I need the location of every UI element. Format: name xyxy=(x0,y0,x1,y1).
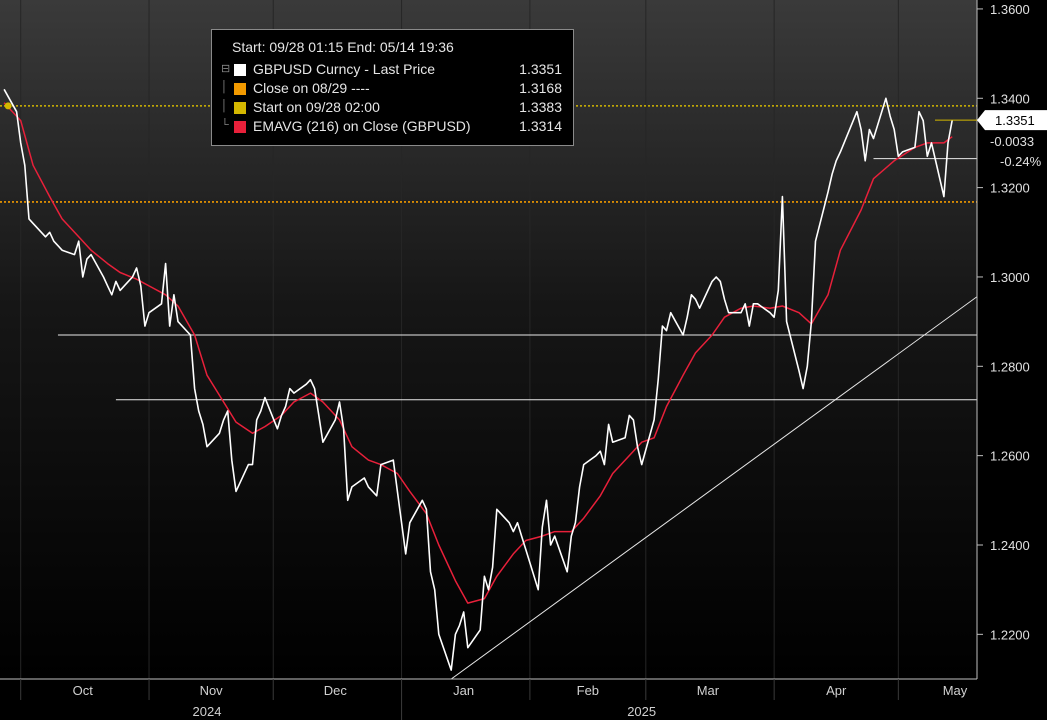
x-tick-label-oct: Oct xyxy=(73,683,94,698)
legend-swatch xyxy=(234,83,246,95)
x-year-label-2025: 2025 xyxy=(627,704,656,719)
y-tick-label: 1.3400 xyxy=(990,91,1030,106)
x-axis: Oct Nov Dec Jan Feb Mar Apr May 2024 2025 xyxy=(20,679,968,720)
y-axis: 1.2200 1.2400 1.2600 1.2800 1.3000 1.3200 1.34… xyxy=(977,2,1030,642)
x-tick-label-dec: Dec xyxy=(324,683,348,698)
legend-entry-close[interactable]: │ Close on 08/29 ---- 1.3168 xyxy=(221,80,566,99)
legend-swatch xyxy=(234,102,246,114)
legend-value: 1.3351 xyxy=(519,61,562,77)
tree-connector-icon: ⊟ xyxy=(221,63,231,75)
price-change-percent: -0.24% xyxy=(1000,154,1042,169)
x-tick-label-jan: Jan xyxy=(453,683,474,698)
legend-box: Start: 09/28 01:15 End: 05/14 19:36 ⊟ GB… xyxy=(211,29,574,146)
legend-label: Start on 09/28 02:00 xyxy=(253,99,380,115)
x-tick-label-apr: Apr xyxy=(826,683,847,698)
legend-value: 1.3314 xyxy=(519,118,562,134)
y-tick-label: 1.3000 xyxy=(990,270,1030,285)
y-tick-label: 1.3600 xyxy=(990,2,1030,17)
legend-value: 1.3168 xyxy=(519,80,562,96)
tree-connector-icon: │ xyxy=(221,100,228,112)
x-tick-label-mar: Mar xyxy=(697,683,720,698)
x-year-label-2024: 2024 xyxy=(193,704,222,719)
tree-connector-icon: │ xyxy=(221,81,228,93)
x-tick-label-may: May xyxy=(943,683,968,698)
last-price-value: 1.3351 xyxy=(995,113,1035,128)
y-tick-label: 1.2200 xyxy=(990,627,1030,642)
legend-value: 1.3383 xyxy=(519,99,562,115)
legend-label: EMAVG (216) on Close (GBPUSD) xyxy=(253,118,471,134)
legend-swatch xyxy=(234,121,246,133)
legend-entry-start[interactable]: │ Start on 09/28 02:00 1.3383 xyxy=(221,99,566,118)
legend-header: Start: 09/28 01:15 End: 05/14 19:36 xyxy=(232,39,454,55)
x-tick-label-nov: Nov xyxy=(200,683,224,698)
x-tick-label-feb: Feb xyxy=(577,683,599,698)
y-tick-label: 1.2800 xyxy=(990,359,1030,374)
legend-entry-last-price[interactable]: ⊟ GBPUSD Curncy - Last Price 1.3351 xyxy=(221,61,566,80)
tree-connector-icon: └ xyxy=(221,119,229,131)
y-tick-label: 1.2400 xyxy=(990,538,1030,553)
y-tick-label: 1.3200 xyxy=(990,181,1030,196)
price-change-value: -0.0033 xyxy=(990,134,1034,149)
start-marker xyxy=(4,102,12,110)
legend-swatch xyxy=(234,64,246,76)
legend-entry-emavg[interactable]: └ EMAVG (216) on Close (GBPUSD) 1.3314 xyxy=(221,118,566,137)
legend-label: Close on 08/29 ---- xyxy=(253,80,370,96)
legend-label: GBPUSD Curncy - Last Price xyxy=(253,61,436,77)
y-tick-label: 1.2600 xyxy=(990,449,1030,464)
